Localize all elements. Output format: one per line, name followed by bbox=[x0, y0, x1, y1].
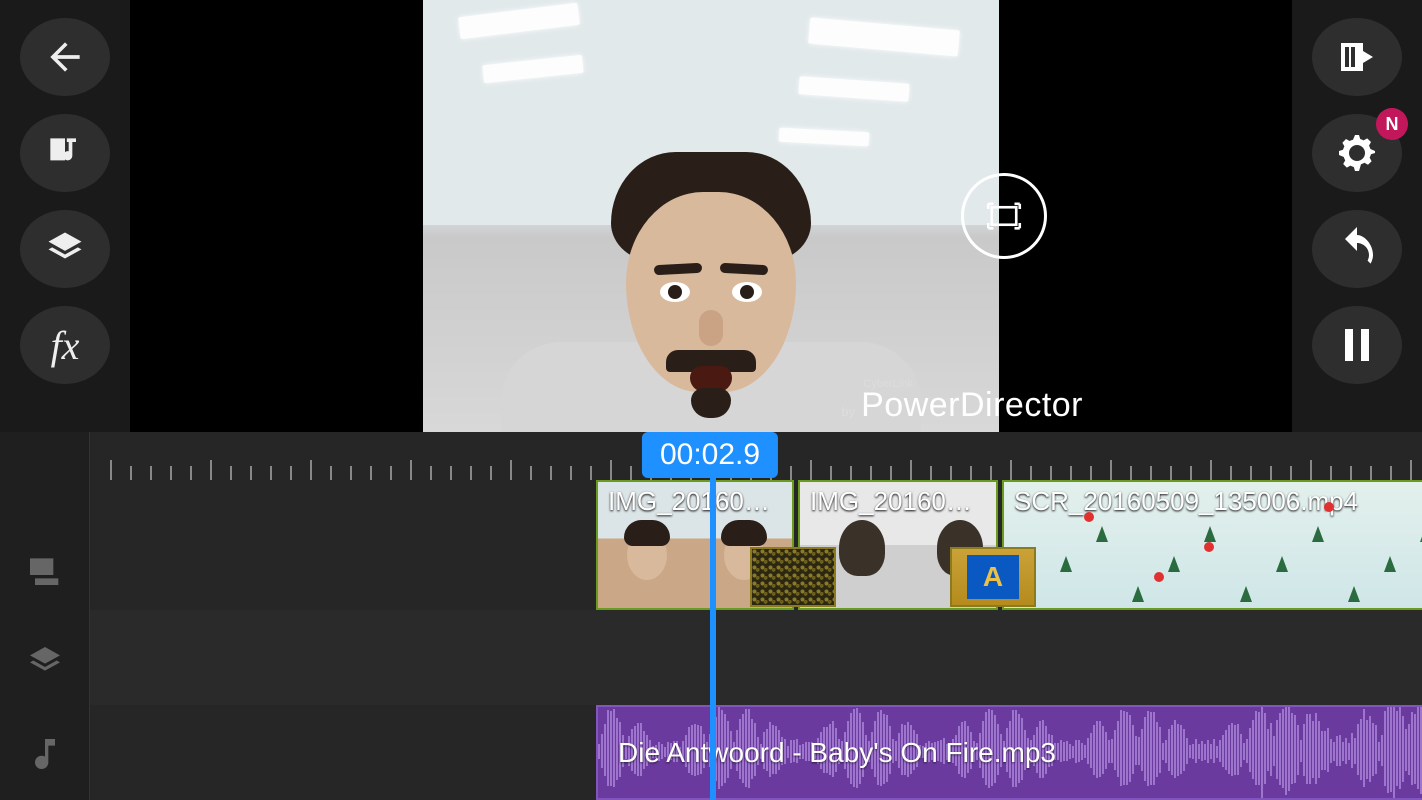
pause-button[interactable] bbox=[1312, 306, 1402, 384]
video-track[interactable]: IMG_20160… IMG_20160… SCR_20160509_13500… bbox=[90, 480, 1422, 610]
right-toolbar: N bbox=[1292, 0, 1422, 432]
preview-viewport[interactable]: CyberLink byPowerDirector bbox=[327, 0, 1095, 432]
clip-label: IMG_20160… bbox=[810, 486, 972, 517]
layers-button[interactable] bbox=[20, 210, 110, 288]
timeline: 00:02.9 IMG_20160… IMG_20160… SCR_201605… bbox=[0, 432, 1422, 800]
fullscreen-icon bbox=[983, 200, 1025, 232]
pause-icon bbox=[1333, 321, 1381, 369]
transition-2[interactable]: A bbox=[950, 547, 1036, 607]
media-button[interactable] bbox=[20, 114, 110, 192]
fx-button[interactable]: fx bbox=[20, 306, 110, 384]
clip-label: SCR_20160509_135006.mp4 bbox=[1014, 486, 1358, 517]
settings-button[interactable]: N bbox=[1312, 114, 1402, 192]
tracks-area[interactable]: 00:02.9 IMG_20160… IMG_20160… SCR_201605… bbox=[90, 432, 1422, 800]
audio-track-icon bbox=[25, 734, 65, 774]
playhead[interactable] bbox=[710, 432, 716, 800]
back-icon bbox=[43, 35, 87, 79]
video-track-icon bbox=[25, 550, 65, 590]
transition-1[interactable] bbox=[750, 547, 836, 607]
video-track-label[interactable] bbox=[0, 524, 90, 616]
layer-track-label[interactable] bbox=[0, 616, 90, 708]
playhead-time: 00:02.9 bbox=[642, 432, 778, 478]
media-music-icon bbox=[43, 131, 87, 175]
fx-icon: fx bbox=[51, 322, 80, 369]
layer-track[interactable] bbox=[90, 610, 1422, 705]
export-button[interactable] bbox=[1312, 18, 1402, 96]
gear-icon bbox=[1333, 129, 1381, 177]
left-toolbar: fx bbox=[0, 0, 130, 432]
track-labels bbox=[0, 432, 90, 800]
video-clip-3[interactable]: SCR_20160509_135006.mp4 bbox=[1002, 480, 1422, 610]
export-icon bbox=[1333, 33, 1381, 81]
preview-area: CyberLink byPowerDirector bbox=[130, 0, 1292, 432]
transition-a-label: A bbox=[967, 555, 1019, 599]
undo-button[interactable] bbox=[1312, 210, 1402, 288]
undo-icon bbox=[1333, 225, 1381, 273]
watermark-brand: PowerDirector bbox=[861, 388, 1083, 422]
audio-clip-label: Die Antwoord - Baby's On Fire.mp3 bbox=[618, 737, 1056, 769]
layer-track-icon bbox=[25, 642, 65, 682]
settings-badge: N bbox=[1376, 108, 1408, 140]
back-button[interactable] bbox=[20, 18, 110, 96]
audio-track[interactable]: Die Antwoord - Baby's On Fire.mp3 bbox=[90, 705, 1422, 800]
layers-icon bbox=[43, 227, 87, 271]
audio-track-label[interactable] bbox=[0, 708, 90, 800]
ruler-spacer bbox=[0, 432, 90, 524]
watermark-by: by bbox=[841, 405, 855, 418]
watermark: CyberLink byPowerDirector bbox=[841, 379, 1083, 422]
preview-frame bbox=[423, 0, 999, 432]
fullscreen-button[interactable] bbox=[961, 173, 1047, 259]
clip-label: IMG_20160… bbox=[608, 486, 770, 517]
audio-clip[interactable]: Die Antwoord - Baby's On Fire.mp3 bbox=[596, 705, 1422, 800]
